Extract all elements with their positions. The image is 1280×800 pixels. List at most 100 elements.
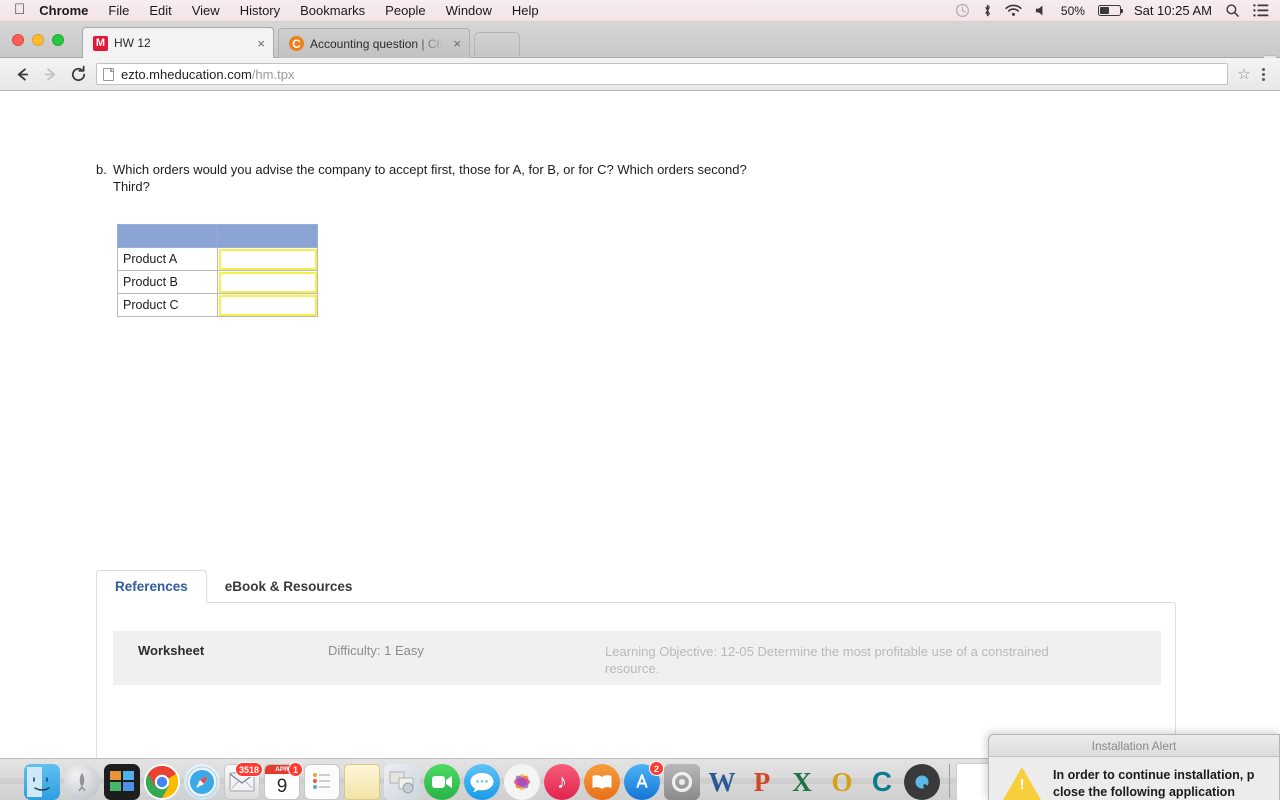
- kebab-menu-icon[interactable]: [1254, 67, 1272, 81]
- dock-item-notes[interactable]: [344, 764, 380, 800]
- menu-item-edit[interactable]: Edit: [149, 3, 171, 18]
- table-header-cell-1: [117, 224, 218, 248]
- dock-item-microsoft-outlook[interactable]: O: [824, 764, 860, 800]
- close-button[interactable]: [12, 34, 24, 46]
- menu-item-bookmarks[interactable]: Bookmarks: [300, 3, 365, 18]
- dock-item-microsoft-word[interactable]: W: [704, 764, 740, 800]
- tab-title: Accounting question | Cheg: [310, 36, 448, 51]
- back-arrow-icon[interactable]: [8, 61, 36, 87]
- answer-table: Product A Product B Product C: [117, 224, 318, 317]
- word-glyph: W: [708, 766, 736, 797]
- notification-center-icon[interactable]: [1253, 4, 1269, 17]
- answer-cell-product-c[interactable]: [217, 293, 318, 317]
- menu-item-chrome[interactable]: Chrome: [39, 3, 88, 18]
- calendar-day-label: 9: [276, 775, 288, 797]
- dock-item-microsoft-powerpoint[interactable]: P: [744, 764, 780, 800]
- dock-item-reminders[interactable]: [304, 764, 340, 800]
- menu-item-history[interactable]: History: [240, 3, 280, 18]
- answer-input-product-b[interactable]: [218, 271, 317, 293]
- search-icon[interactable]: [1225, 3, 1240, 18]
- dock-item-safari[interactable]: [184, 764, 220, 800]
- question-block: b. Which orders would you advise the com…: [96, 161, 756, 195]
- page-document-icon[interactable]: [103, 67, 114, 81]
- chegg-glyph: C: [871, 766, 893, 797]
- dock-item-facetime[interactable]: [424, 764, 460, 800]
- dock-item-finder[interactable]: [24, 764, 60, 800]
- dock-item-itunes[interactable]: ♪: [544, 764, 580, 800]
- question-text: Which orders would you advise the compan…: [113, 162, 747, 194]
- app-store-badge: 2: [649, 761, 664, 776]
- dock-item-google-chrome[interactable]: [144, 764, 180, 800]
- row-label-product-a: Product A: [117, 247, 218, 271]
- tab-close-icon[interactable]: ×: [453, 37, 461, 50]
- learning-objective-label: Learning Objective: 12-05 Determine the …: [605, 644, 1049, 676]
- macos-menu-bar:  Chrome File Edit View History Bookmark…: [0, 0, 1280, 22]
- installation-alert-dialog[interactable]: Installation Alert In order to continue …: [988, 734, 1280, 800]
- dock-item-launchpad[interactable]: [64, 764, 100, 800]
- dock-item-calendar[interactable]: APR 9 1: [264, 762, 303, 800]
- dock-item-app-store[interactable]: 2: [624, 761, 664, 800]
- menu-item-help[interactable]: Help: [512, 3, 539, 18]
- dock-separator: [949, 764, 950, 798]
- answer-cell-product-a[interactable]: [217, 247, 318, 271]
- minimize-button[interactable]: [32, 34, 44, 46]
- battery-icon[interactable]: [1097, 5, 1124, 16]
- tab-close-icon[interactable]: ×: [257, 37, 265, 50]
- answer-input-product-c[interactable]: [218, 294, 317, 316]
- menu-item-window[interactable]: Window: [446, 3, 492, 18]
- table-row: Product A: [117, 247, 318, 271]
- alert-message-line-2: close the following application: [1053, 785, 1235, 799]
- dock-item-mission-control[interactable]: [104, 764, 140, 800]
- dock-item-system-preferences[interactable]: [664, 764, 700, 800]
- tab-ebook-resources[interactable]: eBook & Resources: [207, 570, 371, 603]
- dock-item-photos[interactable]: [504, 764, 540, 800]
- dock-item-system-preferences-alt[interactable]: [384, 764, 420, 800]
- difficulty-label: Difficulty: 1 Easy: [328, 643, 424, 658]
- zoom-button[interactable]: [52, 34, 64, 46]
- answer-input-product-a[interactable]: [218, 248, 317, 270]
- menu-item-file[interactable]: File: [108, 3, 129, 18]
- calendar-badge: 1: [288, 762, 303, 777]
- alert-title: Installation Alert: [1091, 738, 1177, 753]
- screen:  Chrome File Edit View History Bookmark…: [0, 0, 1280, 800]
- apple-logo-icon[interactable]: : [14, 2, 25, 17]
- row-label-product-b: Product B: [117, 270, 218, 294]
- alert-message-line-1: In order to continue installation, p: [1053, 768, 1255, 782]
- reload-icon[interactable]: [64, 61, 92, 87]
- browser-tab-accounting-question[interactable]: C Accounting question | Cheg ×: [278, 28, 470, 58]
- browser-tab-hw12[interactable]: M HW 12 ×: [82, 27, 274, 58]
- table-row: Product B: [117, 270, 318, 294]
- mheducation-favicon: M: [93, 35, 108, 51]
- answer-cell-product-b[interactable]: [217, 270, 318, 294]
- excel-glyph: X: [792, 766, 812, 797]
- mail-badge: 3518: [234, 762, 263, 777]
- alert-title-bar: Installation Alert: [989, 735, 1279, 757]
- row-label-product-c: Product C: [117, 293, 218, 317]
- page-viewport: b. Which orders would you advise the com…: [0, 91, 1280, 761]
- star-icon[interactable]: ☆: [1234, 65, 1254, 83]
- table-header-row: [117, 224, 318, 248]
- tab-references[interactable]: References: [96, 570, 207, 603]
- speaker-volume-icon[interactable]: [1035, 4, 1048, 17]
- address-bar[interactable]: ezto.mheducation.com/hm.tpx: [96, 63, 1228, 85]
- forward-arrow-icon[interactable]: [36, 61, 64, 87]
- url-domain: ezto.mheducation.com: [121, 66, 252, 82]
- powerpoint-glyph: P: [753, 766, 771, 797]
- menu-bar-clock[interactable]: Sat 10:25 AM: [1134, 3, 1212, 18]
- clock-history-icon[interactable]: [955, 3, 970, 18]
- menu-item-view[interactable]: View: [192, 3, 220, 18]
- wifi-icon[interactable]: [1005, 4, 1022, 17]
- dock-item-microsoft-excel[interactable]: X: [784, 764, 820, 800]
- dock-item-mail[interactable]: 3518: [224, 762, 263, 800]
- battery-percent-label: 50%: [1060, 3, 1085, 18]
- bluetooth-icon[interactable]: [983, 3, 992, 18]
- reference-tab-bar: References eBook & Resources: [96, 570, 370, 603]
- url-path: /hm.tpx: [251, 66, 295, 82]
- new-tab-button[interactable]: [474, 32, 520, 56]
- dock-item-chegg[interactable]: C: [864, 764, 900, 800]
- dock-item-ibooks[interactable]: [584, 764, 620, 800]
- dock-item-messages[interactable]: [464, 764, 500, 800]
- question-marker: b.: [96, 162, 107, 177]
- dock-item-quicktime[interactable]: [904, 764, 940, 800]
- menu-item-people[interactable]: People: [385, 3, 425, 18]
